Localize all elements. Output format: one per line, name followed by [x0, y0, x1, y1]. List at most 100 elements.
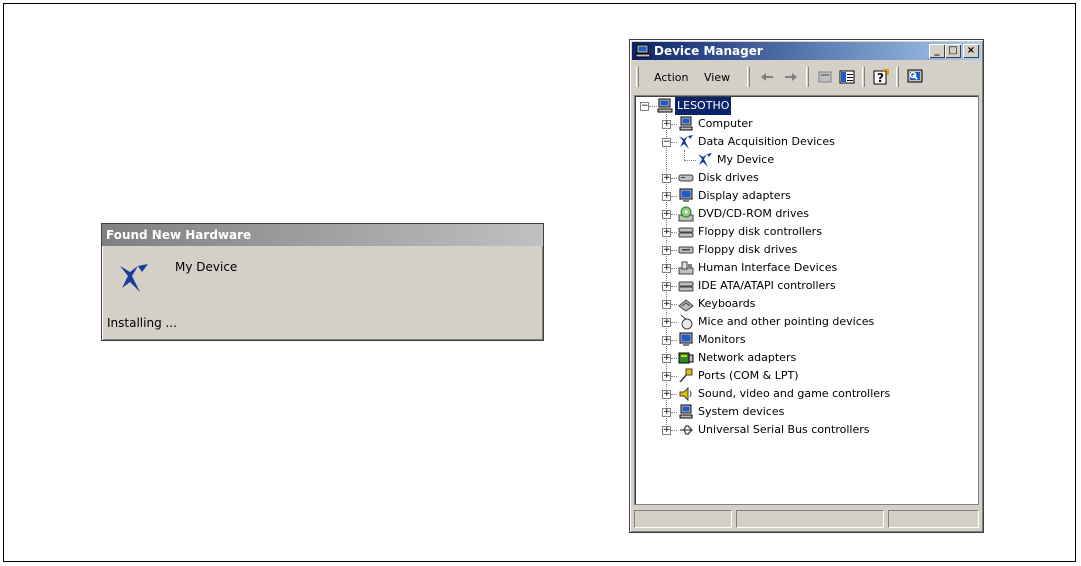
expand-toggle[interactable]: +: [662, 426, 671, 435]
tree-item-label: IDE ATA/ATAPI controllers: [698, 279, 836, 292]
tree-line: [671, 250, 677, 251]
tree-item-data-acquisition[interactable]: − Data Acquisition Devices: [635, 133, 935, 151]
tree-item-network[interactable]: + Network adapters: [635, 349, 935, 367]
expand-toggle[interactable]: +: [662, 390, 671, 399]
cdrom-icon: [678, 206, 694, 222]
tree-item-floppy-drives[interactable]: + Floppy disk drives: [635, 241, 935, 259]
svg-text:?: ?: [877, 71, 884, 85]
tree-item-label: Network adapters: [698, 351, 797, 364]
expand-toggle[interactable]: +: [662, 120, 671, 129]
tree-item-hid[interactable]: + Human Interface Devices: [635, 259, 935, 277]
tree-line: [649, 106, 657, 107]
toolbar: Action View ?: [634, 64, 979, 90]
scan-hardware-icon[interactable]: [906, 68, 924, 86]
floppy-icon: [678, 246, 694, 254]
tree-item-label: Computer: [698, 117, 753, 130]
expand-toggle[interactable]: +: [662, 282, 671, 291]
tree-item-label: Floppy disk drives: [698, 243, 798, 256]
mouse-icon: [680, 314, 693, 330]
tree-line: [671, 268, 677, 269]
tree-item-ports[interactable]: + Ports (COM & LPT): [635, 367, 935, 385]
ni-logo-icon: [698, 153, 712, 167]
tree-line: [671, 358, 677, 359]
close-button[interactable]: ×: [963, 44, 979, 58]
expand-toggle[interactable]: +: [662, 174, 671, 183]
tree-item-disk-drives[interactable]: + Disk drives: [635, 169, 935, 187]
tree-line: [671, 214, 677, 215]
tree-item-usb[interactable]: + Universal Serial Bus controllers: [635, 421, 935, 439]
root-label[interactable]: LESOTHO: [675, 97, 732, 115]
popup-title: Found New Hardware: [102, 224, 543, 246]
tree-item-label: Keyboards: [698, 297, 756, 310]
tree-line: [671, 286, 677, 287]
display-icon: [679, 188, 693, 202]
tree-item-label: Disk drives: [698, 171, 759, 184]
tree-item-computer[interactable]: + Computer: [635, 115, 935, 133]
minimize-button[interactable]: _: [929, 44, 945, 58]
status-pane: [634, 510, 732, 528]
expand-toggle[interactable]: +: [662, 246, 671, 255]
tree-line: [684, 160, 696, 161]
tree-item-label: System devices: [698, 405, 785, 418]
view-icon[interactable]: [838, 68, 856, 86]
collapse-toggle[interactable]: −: [662, 138, 671, 147]
forward-arrow-icon[interactable]: [782, 68, 800, 86]
device-manager-window: Device Manager _ □ × Action View ? − LES…: [629, 39, 984, 533]
properties-icon[interactable]: [816, 68, 834, 86]
help-icon[interactable]: ?: [872, 68, 890, 86]
tree-item-floppy-controllers[interactable]: + Floppy disk controllers: [635, 223, 935, 241]
menu-action[interactable]: Action: [654, 71, 688, 84]
tree-line: [671, 304, 677, 305]
expand-toggle[interactable]: +: [662, 318, 671, 327]
collapse-toggle[interactable]: −: [640, 102, 649, 111]
expand-toggle[interactable]: +: [662, 264, 671, 273]
expand-toggle[interactable]: +: [662, 354, 671, 363]
ni-logo-icon: [120, 264, 148, 292]
menu-view[interactable]: View: [704, 71, 730, 84]
title-bar[interactable]: Device Manager _ □ ×: [632, 42, 981, 60]
expand-toggle[interactable]: +: [662, 228, 671, 237]
network-icon: [678, 352, 694, 364]
tree-item-system[interactable]: + System devices: [635, 403, 935, 421]
menu-view-label: View: [704, 71, 731, 84]
menu-action-label: Action: [654, 71, 689, 84]
expand-toggle[interactable]: +: [662, 372, 671, 381]
expand-toggle[interactable]: +: [662, 210, 671, 219]
monitor-icon: [679, 332, 693, 346]
tree-item-ide[interactable]: + IDE ATA/ATAPI controllers: [635, 277, 935, 295]
tree-item-label: Mice and other pointing devices: [698, 315, 875, 328]
device-name: My Device: [175, 260, 238, 274]
device-tree[interactable]: − LESOTHO + Computer − Data Acquisition …: [634, 95, 979, 505]
tree-item-sound[interactable]: + Sound, video and game controllers: [635, 385, 935, 403]
toolbar-grip[interactable]: [747, 67, 750, 87]
tree-item-my-device[interactable]: My Device: [635, 151, 935, 169]
tree-line: [671, 196, 677, 197]
controller-icon: [678, 227, 694, 238]
ni-logo-icon: [679, 135, 693, 149]
tree-item-label: DVD/CD-ROM drives: [698, 207, 809, 220]
tree-line: [671, 394, 677, 395]
maximize-button[interactable]: □: [945, 44, 961, 58]
expand-toggle[interactable]: +: [662, 336, 671, 345]
back-arrow-icon[interactable]: [758, 68, 776, 86]
tree-item-display-adapters[interactable]: + Display adapters: [635, 187, 935, 205]
tree-item-monitors[interactable]: + Monitors: [635, 331, 935, 349]
tree-item-label: Floppy disk controllers: [698, 225, 822, 238]
tree-line: [671, 232, 677, 233]
tree-item-label: Display adapters: [698, 189, 791, 202]
expand-toggle[interactable]: +: [662, 300, 671, 309]
install-status: Installing ...: [107, 316, 177, 330]
tree-line: [671, 430, 677, 431]
controller-icon: [678, 281, 694, 292]
usb-icon: [680, 425, 693, 435]
tree-item-keyboards[interactable]: + Keyboards: [635, 295, 935, 313]
tree-root[interactable]: − LESOTHO: [635, 97, 935, 115]
system-icon: [679, 404, 693, 419]
tree-line: [671, 178, 677, 179]
tree-item-mice[interactable]: + Mice and other pointing devices: [635, 313, 935, 331]
tree-item-dvd-cdrom[interactable]: + DVD/CD-ROM drives: [635, 205, 935, 223]
expand-toggle[interactable]: +: [662, 408, 671, 417]
toolbar-grip[interactable]: [636, 67, 639, 87]
toolbar-separator: [862, 67, 865, 87]
expand-toggle[interactable]: +: [662, 192, 671, 201]
